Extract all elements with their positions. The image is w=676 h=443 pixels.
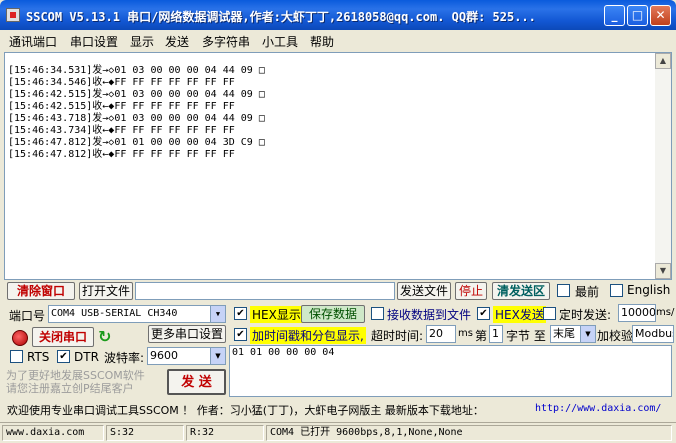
- log-line: [15:46:47.812]发→◇01 01 00 00 00 04 3D C9…: [8, 137, 265, 148]
- dtr-label: DTR: [74, 350, 99, 364]
- open-file-button[interactable]: 打开文件: [79, 282, 133, 300]
- log-line: [15:46:43.734]收←◆FF FF FF FF FF FF FF: [8, 125, 235, 136]
- timeout-unit: ms: [458, 328, 473, 339]
- baud-value: 9600: [150, 349, 178, 362]
- menu-bar: 通讯端口 串口设置 显示 发送 多字符串 小工具 帮助: [0, 30, 676, 50]
- timestamp-label: 加时间戳和分包显示,: [250, 327, 366, 344]
- byte-from-input[interactable]: 1: [489, 325, 503, 343]
- log-line: [15:46:42.515]发→◇01 03 00 00 00 04 44 09…: [8, 89, 265, 100]
- rts-label: RTS: [27, 350, 50, 364]
- interval-unit: ms/: [656, 307, 675, 318]
- byte-to-select[interactable]: 末尾 ▼: [550, 325, 596, 343]
- hex-send-label: HEX发送: [493, 306, 546, 323]
- menu-item-serial-settings[interactable]: 串口设置: [70, 33, 118, 50]
- interval-input[interactable]: 10000: [618, 304, 656, 322]
- window-title: SSCOM V5.13.1 串口/网络数据调试器,作者:大虾丁丁,2618058…: [26, 10, 536, 24]
- status-site: www.daxia.com: [2, 425, 104, 441]
- hex-display-label: HEX显示: [250, 306, 303, 323]
- baud-label: 波特率:: [104, 351, 145, 365]
- byte-to-value: 末尾: [553, 327, 575, 340]
- dtr-checkbox[interactable]: ✔: [57, 350, 70, 363]
- send-button[interactable]: 发 送: [167, 369, 226, 395]
- log-line: [15:46:34.531]发→◇01 03 00 00 00 04 44 09…: [8, 65, 265, 76]
- clear-window-button[interactable]: 清除窗口: [7, 282, 75, 300]
- refresh-icon[interactable]: ↻: [98, 327, 116, 347]
- topmost-checkbox[interactable]: [557, 284, 570, 297]
- status-received-count: R:32: [186, 425, 264, 441]
- timeout-input[interactable]: 20: [426, 325, 456, 343]
- minimize-button[interactable]: _: [604, 5, 625, 26]
- more-settings-button[interactable]: 更多串口设置: [148, 325, 226, 343]
- timed-send-checkbox[interactable]: [543, 307, 556, 320]
- log-line: [15:46:47.812]收←◆FF FF FF FF FF FF FF: [8, 149, 235, 160]
- menu-item-send[interactable]: 发送: [165, 33, 189, 50]
- file-path-input[interactable]: [135, 282, 395, 300]
- english-label: English: [627, 283, 671, 297]
- menu-item-display[interactable]: 显示: [130, 33, 154, 50]
- menu-item-help[interactable]: 帮助: [310, 33, 334, 50]
- english-checkbox[interactable]: [610, 284, 623, 297]
- save-data-button[interactable]: 保存数据: [301, 305, 365, 323]
- port-value: COM4 USB-SERIAL CH340: [51, 308, 178, 319]
- status-bar: www.daxia.com S:32 R:32 COM4 已打开 9600bps…: [0, 422, 676, 443]
- promo-text: 为了更好地发展SSCOM软件 请您注册嘉立创P结尾客户: [6, 369, 145, 395]
- menu-item-multi-string[interactable]: 多字符串: [202, 33, 250, 50]
- timed-send-label: 定时发送:: [559, 308, 612, 322]
- vertical-scrollbar[interactable]: ▲ ▼: [655, 53, 671, 279]
- port-label: 端口号: [9, 309, 46, 323]
- baud-select[interactable]: 9600 ▼: [147, 347, 226, 365]
- log-line: [15:46:34.546]收←◆FF FF FF FF FF FF FF: [8, 77, 235, 88]
- app-icon: [6, 8, 20, 22]
- recv-to-file-label: 接收数据到文件: [387, 308, 472, 322]
- status-port-state: COM4 已打开 9600bps,8,1,None,None: [266, 425, 672, 441]
- maximize-button[interactable]: □: [627, 5, 648, 26]
- rts-checkbox[interactable]: [10, 350, 23, 363]
- stop-button[interactable]: 停止: [455, 282, 487, 300]
- download-link[interactable]: http://www.daxia.com/: [535, 403, 661, 414]
- log-line: [15:46:42.515]收←◆FF FF FF FF FF FF FF: [8, 101, 235, 112]
- timeout-label: 超时时间:: [371, 329, 424, 343]
- chevron-down-icon[interactable]: ▼: [210, 306, 225, 322]
- clear-send-button[interactable]: 清发送区: [492, 282, 550, 300]
- recv-to-file-checkbox[interactable]: [371, 307, 384, 320]
- nth-label: 第: [475, 329, 488, 343]
- ticker-text: 欢迎使用专业串口调试工具SSCOM ！ 作者：习小猛(丁丁)，大虾电子网版主 最…: [7, 404, 484, 417]
- port-select[interactable]: COM4 USB-SERIAL CH340 ▼: [48, 305, 226, 323]
- checksum-label: 加校验: [597, 329, 634, 343]
- port-status-led-icon: [12, 330, 28, 346]
- close-port-button[interactable]: 关闭串口: [32, 327, 94, 347]
- log-line: [15:46:43.718]发→◇01 03 00 00 00 04 44 09…: [8, 113, 265, 124]
- title-bar[interactable]: SSCOM V5.13.1 串口/网络数据调试器,作者:大虾丁丁,2618058…: [0, 0, 676, 30]
- byte-range-label: 字节 至: [506, 329, 546, 343]
- send-textarea[interactable]: 01 01 00 00 00 04: [229, 345, 672, 397]
- chevron-down-icon[interactable]: ▼: [210, 348, 225, 364]
- close-button[interactable]: ✕: [650, 5, 671, 26]
- timestamp-checkbox[interactable]: ✔: [234, 328, 247, 341]
- receive-area[interactable]: [15:46:34.531]发→◇01 03 00 00 00 04 44 09…: [4, 52, 672, 280]
- hex-send-checkbox[interactable]: ✔: [477, 307, 490, 320]
- chevron-down-icon[interactable]: ▼: [580, 326, 595, 342]
- scroll-up-icon[interactable]: ▲: [655, 53, 671, 69]
- status-sent-count: S:32: [106, 425, 184, 441]
- checksum-select[interactable]: Modbus: [632, 325, 674, 343]
- topmost-label: 最前: [575, 285, 600, 299]
- send-file-button[interactable]: 发送文件: [397, 282, 451, 300]
- menu-item-port[interactable]: 通讯端口: [9, 33, 57, 50]
- hex-display-checkbox[interactable]: ✔: [234, 307, 247, 320]
- scroll-down-icon[interactable]: ▼: [655, 263, 671, 279]
- menu-item-tools[interactable]: 小工具: [262, 33, 298, 50]
